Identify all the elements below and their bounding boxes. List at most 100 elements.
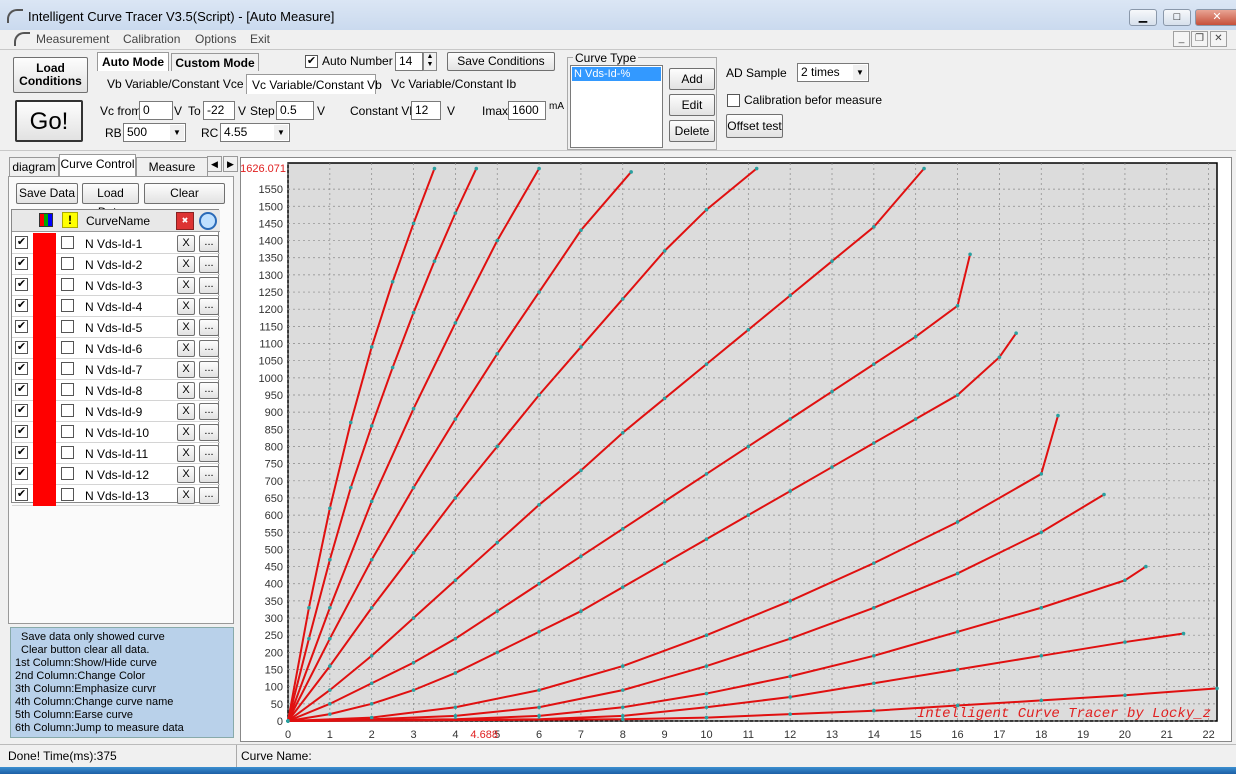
close-button[interactable]: ✕ bbox=[1195, 9, 1236, 26]
show-curve-checkbox[interactable]: ✔ bbox=[15, 488, 28, 501]
edit-button[interactable]: Edit bbox=[669, 94, 715, 116]
curve-name[interactable]: N Vds-Id-7 bbox=[85, 363, 142, 377]
tab-auto-mode[interactable]: Auto Mode bbox=[97, 52, 169, 71]
menu-options[interactable]: Options bbox=[195, 32, 236, 46]
erase-curve-button[interactable]: X bbox=[177, 403, 195, 420]
curve-name[interactable]: N Vds-Id-8 bbox=[85, 384, 142, 398]
emphasize-checkbox[interactable] bbox=[61, 362, 74, 375]
curve-row[interactable]: ✔ N Vds-Id-7 X... bbox=[12, 359, 220, 380]
curve-name[interactable]: N Vds-Id-11 bbox=[85, 447, 148, 461]
erase-curve-button[interactable]: X bbox=[177, 256, 195, 273]
curve-name[interactable]: N Vds-Id-2 bbox=[85, 258, 142, 272]
jump-to-data-button[interactable]: ... bbox=[199, 256, 219, 273]
curve-name[interactable]: N Vds-Id-5 bbox=[85, 321, 142, 335]
curve-color-swatch[interactable] bbox=[33, 464, 56, 485]
curve-row[interactable]: ✔ N Vds-Id-1 X... bbox=[12, 233, 220, 254]
curve-type-item[interactable]: N Vds-Id-% bbox=[572, 67, 661, 81]
show-curve-checkbox[interactable]: ✔ bbox=[15, 299, 28, 312]
curve-name[interactable]: N Vds-Id-4 bbox=[85, 300, 142, 314]
menu-exit[interactable]: Exit bbox=[250, 32, 270, 46]
emphasize-checkbox[interactable] bbox=[61, 488, 74, 501]
curve-type-list[interactable]: N Vds-Id-% bbox=[570, 65, 663, 148]
erase-curve-button[interactable]: X bbox=[177, 424, 195, 441]
curve-plot[interactable]: 0 1 2 3 4 5 6 7 8 9 10 11 12 13 14 15 16 17 18 19 20 21 22 0 50 1… bbox=[240, 157, 1232, 742]
curve-color-swatch[interactable] bbox=[33, 380, 56, 401]
clear-button[interactable]: Clear bbox=[144, 183, 225, 204]
tab-vc-variable-ib[interactable]: Vc Variable/Constant Ib bbox=[391, 77, 516, 91]
mdi-close-button[interactable]: ✕ bbox=[1210, 31, 1227, 47]
curve-row[interactable]: ✔ N Vds-Id-9 X... bbox=[12, 401, 220, 422]
erase-curve-button[interactable]: X bbox=[177, 235, 195, 252]
tab-vc-variable-vb[interactable]: Vc Variable/Constant Vb bbox=[246, 74, 382, 94]
curve-color-swatch[interactable] bbox=[33, 485, 56, 506]
auto-number-field[interactable]: 14 bbox=[395, 52, 423, 71]
curve-color-swatch[interactable] bbox=[33, 401, 56, 422]
jump-to-data-button[interactable]: ... bbox=[199, 403, 219, 420]
tab-scroll-right-icon[interactable]: ▶ bbox=[223, 156, 238, 172]
constant-vb-field[interactable]: 12 bbox=[411, 101, 441, 120]
curve-color-swatch[interactable] bbox=[33, 338, 56, 359]
curve-name[interactable]: N Vds-Id-3 bbox=[85, 279, 142, 293]
jump-to-data-button[interactable]: ... bbox=[199, 382, 219, 399]
show-curve-checkbox[interactable]: ✔ bbox=[15, 467, 28, 480]
curve-name[interactable]: N Vds-Id-13 bbox=[85, 489, 149, 503]
jump-to-data-button[interactable]: ... bbox=[199, 319, 219, 336]
calibration-checkbox[interactable] bbox=[727, 94, 740, 107]
vc-from-field[interactable]: 0 bbox=[139, 101, 173, 120]
show-curve-checkbox[interactable]: ✔ bbox=[15, 446, 28, 459]
auto-number-spinner[interactable]: ▲ ▼ bbox=[423, 52, 437, 71]
tab-vb-variable[interactable]: Vb Variable/Constant Vce bbox=[107, 77, 244, 91]
curve-name[interactable]: N Vds-Id-10 bbox=[85, 426, 149, 440]
jump-to-data-button[interactable]: ... bbox=[199, 466, 219, 483]
auto-number-checkbox[interactable]: ✔ bbox=[305, 55, 318, 68]
show-curve-checkbox[interactable]: ✔ bbox=[15, 320, 28, 333]
emphasize-checkbox[interactable] bbox=[61, 425, 74, 438]
jump-to-data-button[interactable]: ... bbox=[199, 235, 219, 252]
curve-name[interactable]: N Vds-Id-9 bbox=[85, 405, 142, 419]
erase-curve-button[interactable]: X bbox=[177, 298, 195, 315]
emphasize-checkbox[interactable] bbox=[61, 383, 74, 396]
imax-field[interactable]: 1600 bbox=[508, 101, 546, 120]
jump-to-data-button[interactable]: ... bbox=[199, 277, 219, 294]
jump-to-data-button[interactable]: ... bbox=[199, 298, 219, 315]
show-curve-checkbox[interactable]: ✔ bbox=[15, 278, 28, 291]
curve-name[interactable]: N Vds-Id-12 bbox=[85, 468, 149, 482]
go-button[interactable]: Go! bbox=[15, 100, 83, 142]
emphasize-checkbox[interactable] bbox=[61, 446, 74, 459]
erase-curve-button[interactable]: X bbox=[177, 445, 195, 462]
curve-row[interactable]: ✔ N Vds-Id-12 X... bbox=[12, 464, 220, 485]
add-button[interactable]: Add bbox=[669, 68, 715, 90]
curve-color-swatch[interactable] bbox=[33, 317, 56, 338]
curve-name[interactable]: N Vds-Id-1 bbox=[85, 237, 142, 251]
curve-row[interactable]: ✔ N Vds-Id-10 X... bbox=[12, 422, 220, 443]
erase-curve-button[interactable]: X bbox=[177, 277, 195, 294]
show-curve-checkbox[interactable]: ✔ bbox=[15, 236, 28, 249]
erase-curve-button[interactable]: X bbox=[177, 487, 195, 504]
emphasize-checkbox[interactable] bbox=[61, 341, 74, 354]
erase-curve-button[interactable]: X bbox=[177, 340, 195, 357]
ad-sample-select[interactable]: 2 times ▼ bbox=[797, 63, 869, 82]
curve-row[interactable]: ✔ N Vds-Id-3 X... bbox=[12, 275, 220, 296]
curve-row[interactable]: ✔ N Vds-Id-2 X... bbox=[12, 254, 220, 275]
erase-curve-button[interactable]: X bbox=[177, 466, 195, 483]
emphasize-checkbox[interactable] bbox=[61, 320, 74, 333]
jump-to-data-button[interactable]: ... bbox=[199, 340, 219, 357]
curve-color-swatch[interactable] bbox=[33, 233, 56, 254]
show-curve-checkbox[interactable]: ✔ bbox=[15, 404, 28, 417]
tab-scroll-left-icon[interactable]: ◀ bbox=[207, 156, 222, 172]
offset-test-button[interactable]: Offset test bbox=[726, 114, 783, 138]
load-conditions-button[interactable]: Load Conditions bbox=[13, 57, 88, 93]
delete-button[interactable]: Delete bbox=[669, 120, 715, 142]
show-curve-checkbox[interactable]: ✔ bbox=[15, 341, 28, 354]
step-field[interactable]: 0.5 bbox=[276, 101, 314, 120]
emphasize-checkbox[interactable] bbox=[61, 278, 74, 291]
emphasize-checkbox[interactable] bbox=[61, 257, 74, 270]
rb-select[interactable]: 500 ▼ bbox=[123, 123, 186, 142]
curve-color-swatch[interactable] bbox=[33, 443, 56, 464]
tab-diagram[interactable]: diagram bbox=[9, 157, 59, 176]
menu-measurement[interactable]: Measurement bbox=[36, 32, 109, 46]
emphasize-checkbox[interactable] bbox=[61, 299, 74, 312]
show-curve-checkbox[interactable]: ✔ bbox=[15, 362, 28, 375]
mdi-restore-button[interactable]: ❐ bbox=[1191, 31, 1208, 47]
jump-to-data-button[interactable]: ... bbox=[199, 361, 219, 378]
